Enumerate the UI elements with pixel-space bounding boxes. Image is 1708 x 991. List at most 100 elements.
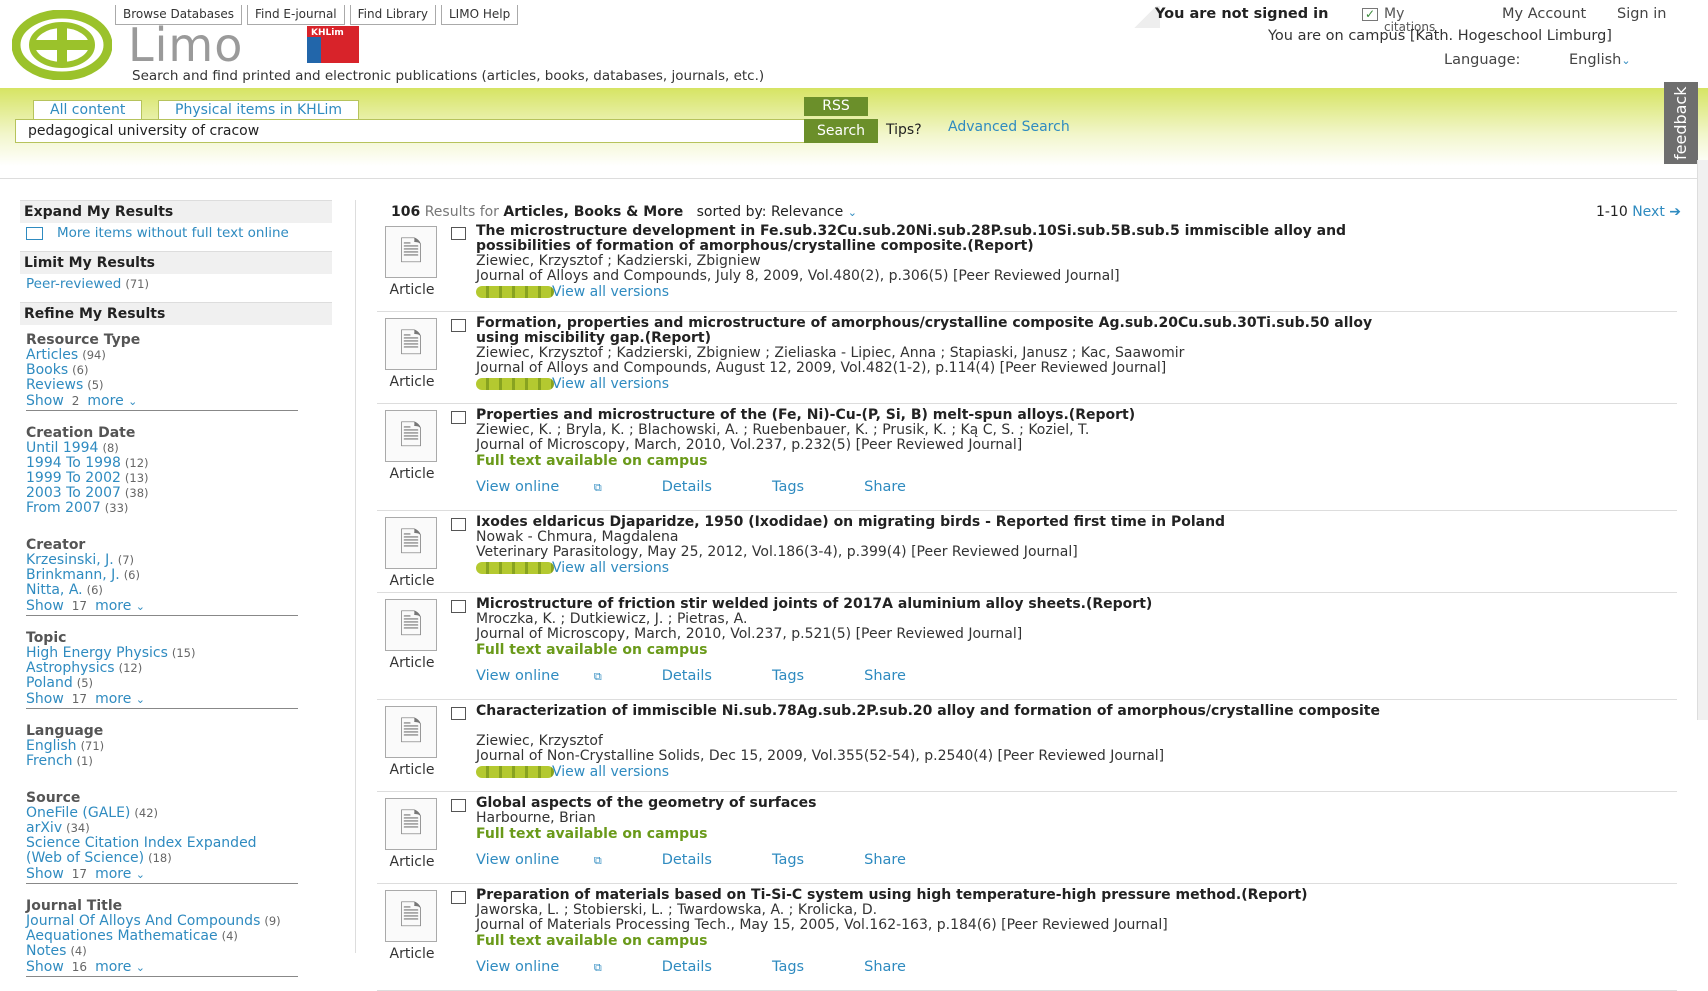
article-thumbnail-icon[interactable]: 🗎 <box>385 517 437 569</box>
facet-item[interactable]: Journal Of Alloys And Compounds (9) <box>26 914 332 929</box>
select-checkbox[interactable] <box>451 518 466 531</box>
facet-item[interactable]: Aequationes Mathematicae (4) <box>26 929 332 944</box>
result-title[interactable]: Ixodes eldaricus Djaparidze, 1950 (Ixodi… <box>476 515 1396 530</box>
select-checkbox[interactable] <box>451 319 466 332</box>
facet-item[interactable]: 1999 To 2002 (13) <box>26 471 332 486</box>
checkbox-icon[interactable] <box>26 226 43 240</box>
select-checkbox[interactable] <box>451 600 466 613</box>
browse-databases-link[interactable]: Browse Databases <box>115 5 243 25</box>
select-checkbox[interactable] <box>451 411 466 424</box>
my-account-link[interactable]: My Account <box>1502 6 1586 22</box>
result-title[interactable]: Preparation of materials based on Ti-Si-… <box>476 888 1396 903</box>
expand-item[interactable]: More items without full text online <box>20 225 332 241</box>
facet-item[interactable]: Nitta, A. (6) <box>26 583 332 598</box>
details-link[interactable]: Details <box>662 668 742 684</box>
search-button[interactable]: Search <box>804 119 878 143</box>
select-checkbox[interactable] <box>451 707 466 720</box>
facet-item[interactable]: OneFile (GALE) (42) <box>26 806 332 821</box>
facet-item[interactable]: 1994 To 1998 (12) <box>26 456 332 471</box>
details-link[interactable]: Details <box>662 479 742 495</box>
result-title[interactable]: Properties and microstructure of the (Fe… <box>476 408 1396 423</box>
scrollbar[interactable] <box>1697 160 1708 720</box>
article-thumbnail-icon[interactable]: 🗎 <box>385 226 437 278</box>
tags-link[interactable]: Tags <box>772 479 834 495</box>
select-checkbox[interactable] <box>451 227 466 240</box>
find-ejournal-link[interactable]: Find E-journal <box>247 5 345 25</box>
show-more-link[interactable]: Show 17 more ⌄ <box>26 691 298 709</box>
show-more-link[interactable]: Show 2 more ⌄ <box>26 393 298 411</box>
article-thumbnail-icon[interactable]: 🗎 <box>385 599 437 651</box>
view-online-link[interactable]: View online ⧉ <box>476 959 632 975</box>
article-thumbnail-icon[interactable]: 🗎 <box>385 798 437 850</box>
facet-item[interactable]: Books (6) <box>26 363 332 378</box>
share-link[interactable]: Share <box>864 479 936 495</box>
facet-item[interactable]: From 2007 (33) <box>26 501 332 516</box>
limo-help-link[interactable]: LIMO Help <box>441 5 519 25</box>
show-more-link[interactable]: Show 16 more ⌄ <box>26 959 298 977</box>
facet-item[interactable]: High Energy Physics (15) <box>26 646 332 661</box>
chevron-down-icon: ⌄ <box>1621 54 1631 67</box>
view-online-link[interactable]: View online ⧉ <box>476 668 632 684</box>
facet-item[interactable]: arXiv (34) <box>26 821 332 836</box>
select-checkbox[interactable] <box>451 891 466 904</box>
share-link[interactable]: Share <box>864 959 936 975</box>
facet-item[interactable]: Brinkmann, J. (6) <box>26 568 332 583</box>
sort-select[interactable]: Relevance ⌄ <box>771 204 857 220</box>
view-all-versions-link[interactable]: View all versions <box>476 284 669 300</box>
rss-button[interactable]: RSS <box>804 97 868 116</box>
facet-item[interactable]: English (71) <box>26 739 332 754</box>
facet-label: Aequationes Mathematicae <box>26 928 218 944</box>
result-title[interactable]: Microstructure of friction stir welded j… <box>476 597 1396 612</box>
facet-item[interactable]: Krzesinski, J. (7) <box>26 553 332 568</box>
view-all-versions-link[interactable]: View all versions <box>476 376 669 392</box>
facet-item[interactable]: Reviews (5) <box>26 378 332 393</box>
select-checkbox[interactable] <box>451 799 466 812</box>
tags-link[interactable]: Tags <box>772 668 834 684</box>
show-more-link[interactable]: Show 17 more ⌄ <box>26 598 298 616</box>
view-all-versions-link[interactable]: View all versions <box>476 764 669 780</box>
facet-item[interactable]: Astrophysics (12) <box>26 661 332 676</box>
facet-item[interactable]: Science Citation Index Expanded <box>26 836 332 851</box>
share-link[interactable]: Share <box>864 852 936 868</box>
my-citations-link[interactable]: ✓ My citations <box>1362 6 1435 34</box>
view-online-link[interactable]: View online ⧉ <box>476 479 632 495</box>
view-online-link[interactable]: View online ⧉ <box>476 852 632 868</box>
tips-link[interactable]: Tips? <box>886 122 922 138</box>
facet-item[interactable]: Poland (5) <box>26 676 332 691</box>
facet-item[interactable]: Until 1994 (8) <box>26 441 332 456</box>
article-thumbnail-icon[interactable]: 🗎 <box>385 706 437 758</box>
find-library-link[interactable]: Find Library <box>349 5 436 25</box>
article-thumbnail-icon[interactable]: 🗎 <box>385 410 437 462</box>
language-select[interactable]: English⌄ <box>1569 52 1631 68</box>
campus-text: You are on campus [Kath. Hogeschool Limb… <box>1268 28 1612 44</box>
facet-item[interactable]: 2003 To 2007 (38) <box>26 486 332 501</box>
facet-item[interactable]: Notes (4) <box>26 944 332 959</box>
limo-logo-icon[interactable] <box>12 10 112 80</box>
details-link[interactable]: Details <box>662 852 742 868</box>
facet-label: Articles <box>26 347 79 363</box>
search-input[interactable]: pedagogical university of cracow <box>15 119 805 143</box>
tags-link[interactable]: Tags <box>772 959 834 975</box>
facet-label: (Web of Science) <box>26 850 145 866</box>
result-title[interactable]: Characterization of immiscible Ni.sub.78… <box>476 704 1396 719</box>
sign-in-link[interactable]: Sign in <box>1617 6 1666 22</box>
feedback-tab[interactable]: feedback <box>1664 82 1698 164</box>
tab-physical-items[interactable]: Physical items in KHLim <box>158 100 360 120</box>
tags-link[interactable]: Tags <box>772 852 834 868</box>
result-title[interactable]: The microstructure development in Fe.sub… <box>476 224 1396 254</box>
article-thumbnail-icon[interactable]: 🗎 <box>385 318 437 370</box>
details-link[interactable]: Details <box>662 959 742 975</box>
show-more-link[interactable]: Show 17 more ⌄ <box>26 866 298 884</box>
tab-all-content[interactable]: All content <box>33 100 143 120</box>
result-title[interactable]: Formation, properties and microstructure… <box>476 316 1396 346</box>
article-thumbnail-icon[interactable]: 🗎 <box>385 890 437 942</box>
view-all-versions-link[interactable]: View all versions <box>476 560 669 576</box>
facet-item[interactable]: (Web of Science) (18) <box>26 851 332 866</box>
advanced-search-link[interactable]: Advanced Search <box>948 119 1070 135</box>
facet-item[interactable]: French (1) <box>26 754 332 769</box>
peer-reviewed-link[interactable]: Peer-reviewed <box>26 276 121 292</box>
result-title[interactable]: Global aspects of the geometry of surfac… <box>476 796 1396 811</box>
share-link[interactable]: Share <box>864 668 936 684</box>
next-link[interactable]: Next ➔ <box>1632 204 1681 220</box>
facet-item[interactable]: Articles (94) <box>26 348 332 363</box>
